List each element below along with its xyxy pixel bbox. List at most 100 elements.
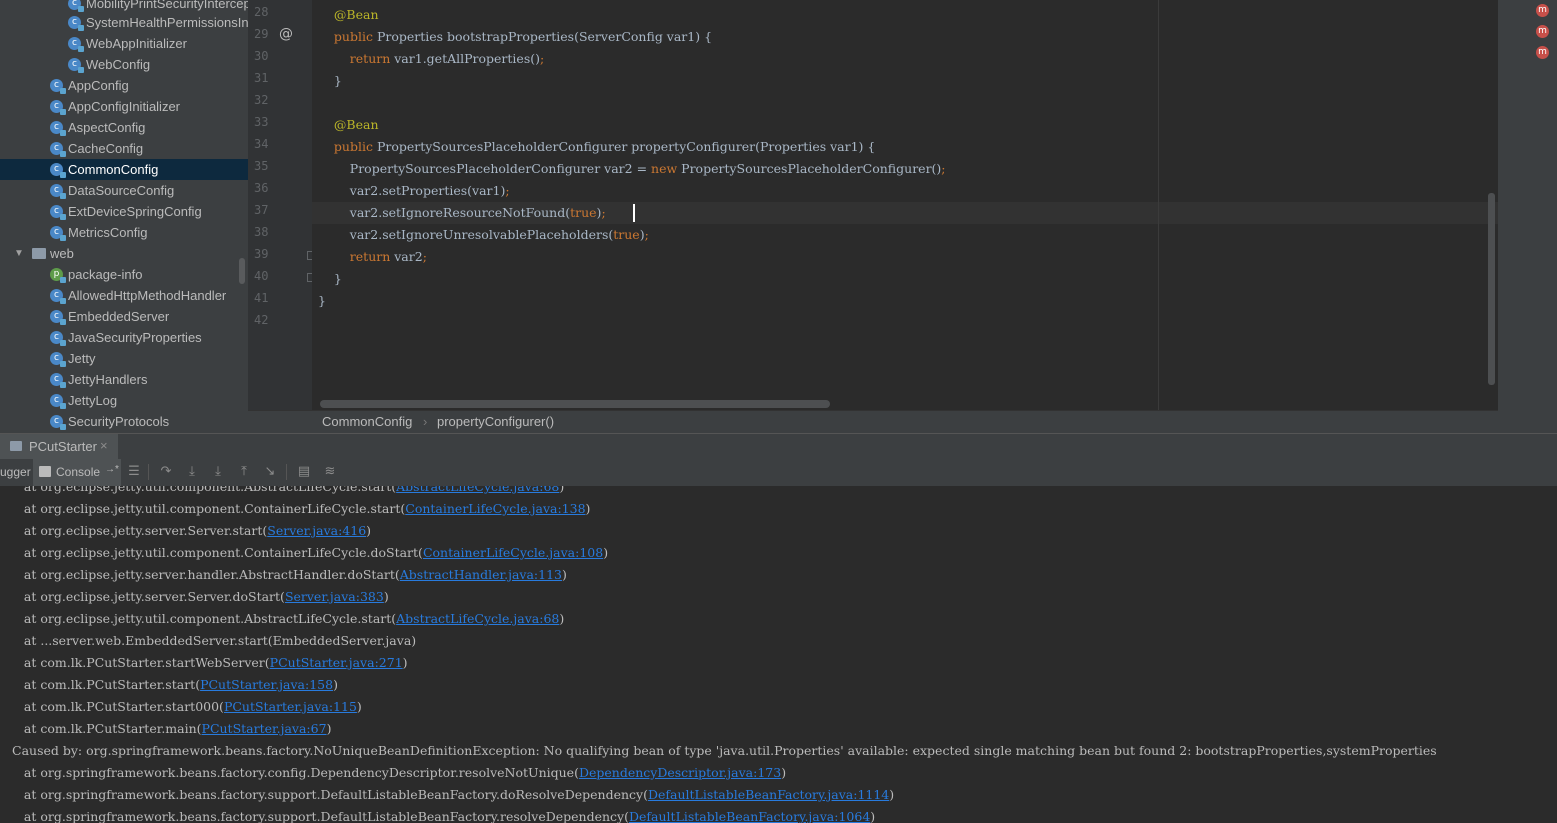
tree-item[interactable]: c AppConfigInitializer (0, 96, 248, 117)
tree-item[interactable]: c AspectConfig (0, 117, 248, 138)
tree-item-label: CommonConfig (68, 162, 159, 177)
stacktrace-link[interactable]: AbstractHandler.java:113 (400, 567, 562, 582)
step-into-icon[interactable]: ⤓ (183, 463, 201, 481)
stacktrace-link[interactable]: DependencyDescriptor.java:173 (579, 765, 781, 780)
stacktrace-link[interactable]: Server.java:383 (285, 589, 384, 604)
console-text: Caused by: org.springframework.beans.fac… (12, 743, 1437, 758)
tree-item[interactable]: p package-info (0, 264, 248, 285)
tree-item-label: JettyHandlers (68, 372, 148, 387)
class-icon: c (68, 58, 84, 73)
pin-icon[interactable]: →* (105, 464, 119, 475)
text-caret (633, 204, 635, 222)
editor-vertical-scrollbar[interactable] (1488, 193, 1495, 385)
expand-arrow-icon[interactable]: ▼ (14, 243, 24, 264)
console-text: at org.eclipse.jetty.util.component.Cont… (8, 545, 423, 560)
stacktrace-link[interactable]: ContainerLifeCycle.java:108 (423, 545, 603, 560)
tree-item[interactable]: c ExtDeviceSpringConfig (0, 201, 248, 222)
class-icon: c (50, 226, 66, 241)
code-line: return var1.getAllProperties(); (318, 48, 544, 70)
method-icon[interactable]: m (1536, 25, 1549, 38)
stacktrace-link[interactable]: DefaultListableBeanFactory.java:1114 (648, 787, 889, 802)
code-token: var2 (394, 249, 423, 264)
breadcrumb-method[interactable]: propertyConfigurer() (437, 414, 554, 429)
tree-item[interactable]: c JavaSecurityProperties (0, 327, 248, 348)
class-icon: c (68, 0, 84, 12)
code-token: var2.setIgnoreResourceNotFound( (349, 205, 571, 220)
stacktrace-link[interactable]: PCutStarter.java:271 (270, 655, 403, 670)
tree-item[interactable]: c SecurityProtocols (0, 411, 248, 432)
console-text: at org.springframework.beans.factory.con… (8, 765, 579, 780)
tree-item[interactable]: c SystemHealthPermissionsInt (0, 12, 248, 33)
tree-item[interactable]: c AllowedHttpMethodHandler (0, 285, 248, 306)
tree-item[interactable]: c CommonConfig (0, 159, 248, 180)
editor-horizontal-scrollbar[interactable] (320, 400, 830, 408)
folder-icon (32, 248, 46, 259)
code-token: true (570, 205, 597, 220)
override-marker-icon[interactable]: @ (279, 26, 293, 42)
step-out-icon[interactable]: ⤒ (235, 463, 253, 481)
console-text: ) (366, 523, 372, 538)
class-icon: c (50, 310, 66, 325)
console-line: at org.springframework.beans.factory.sup… (8, 784, 894, 806)
breadcrumb-class[interactable]: CommonConfig (322, 414, 412, 429)
line-number: 41 (254, 291, 269, 305)
stacktrace-link[interactable]: AbstractLifeCycle.java:68 (396, 611, 559, 626)
close-icon[interactable]: × (100, 438, 108, 453)
tree-item-label: ExtDeviceSpringConfig (68, 204, 202, 219)
code-token: ; (601, 205, 606, 220)
console-tab[interactable]: Console →* (33, 459, 121, 486)
tree-item[interactable]: c EmbeddedServer (0, 306, 248, 327)
tree-item[interactable]: c CacheConfig (0, 138, 248, 159)
stacktrace-link[interactable]: AbstractLifeCycle.java:68 (396, 486, 559, 494)
code-editor[interactable]: @Bean public Properties bootstrapPropert… (312, 0, 1498, 410)
tree-item[interactable]: ▼ web (0, 243, 248, 264)
tree-item[interactable]: c MetricsConfig (0, 222, 248, 243)
code-token: return (349, 51, 395, 66)
method-icon[interactable]: m (1536, 46, 1549, 59)
tree-item[interactable]: c WebConfig (0, 54, 248, 75)
step-over-icon[interactable]: ↷ (157, 463, 175, 481)
tree-item[interactable]: c Jetty (0, 348, 248, 369)
toolbar-separator (286, 464, 287, 480)
project-tree[interactable]: c MobilityPrintSecurityIntercep c SystemHea… (0, 0, 248, 433)
console-output[interactable]: at org.eclipse.jetty.util.component.Abst… (0, 486, 1557, 823)
line-number: 34 (254, 137, 269, 151)
class-icon: c (50, 289, 66, 304)
stacktrace-link[interactable]: PCutStarter.java:67 (202, 721, 327, 736)
breadcrumb-separator: › (423, 414, 428, 429)
stacktrace-link[interactable]: PCutStarter.java:158 (200, 677, 333, 692)
evaluate-icon[interactable]: ▤ (295, 463, 313, 481)
tree-item-label: AspectConfig (68, 120, 146, 135)
stacktrace-link[interactable]: PCutStarter.java:115 (224, 699, 357, 714)
code-line: var2.setProperties(var1); (318, 180, 510, 202)
debugger-tab[interactable]: ugger (0, 465, 31, 479)
line-number: 35 (254, 159, 269, 173)
force-step-into-icon[interactable]: ⤓ (209, 463, 227, 481)
line-number: 36 (254, 181, 269, 195)
console-text: at org.eclipse.jetty.server.Server.doSta… (8, 589, 285, 604)
settings-icon[interactable]: ≋ (321, 463, 339, 481)
tree-item-label: JettyLog (68, 393, 118, 408)
console-text: at ...server.web.EmbeddedServer.start(Em… (8, 633, 417, 648)
class-icon: c (50, 373, 66, 388)
method-icon[interactable]: m (1536, 4, 1549, 17)
tree-item[interactable]: c AppConfig (0, 75, 248, 96)
code-line: @Bean (318, 4, 379, 26)
run-to-cursor-icon[interactable]: ↘ (261, 463, 279, 481)
stacktrace-link[interactable]: DefaultListableBeanFactory.java:1064 (629, 809, 870, 823)
tree-item[interactable]: c JettyLog (0, 390, 248, 411)
tree-item[interactable]: c JettyHandlers (0, 369, 248, 390)
console-text: ) (333, 677, 338, 692)
tree-item-label: Jetty (68, 351, 96, 366)
tree-item[interactable]: c DataSourceConfig (0, 180, 248, 201)
console-line: at org.eclipse.jetty.util.component.Abst… (8, 486, 564, 498)
class-icon: c (50, 79, 66, 94)
run-tab-pcutstarter[interactable]: PCutStarter × (0, 434, 118, 459)
stacktrace-link[interactable]: Server.java:416 (267, 523, 366, 538)
project-tree-scrollbar[interactable] (239, 258, 245, 284)
tree-item-label: MetricsConfig (68, 225, 148, 240)
menu-icon[interactable]: ☰ (125, 463, 143, 481)
tree-item[interactable]: c WebAppInitializer (0, 33, 248, 54)
console-text: ) (781, 765, 787, 780)
stacktrace-link[interactable]: ContainerLifeCycle.java:138 (405, 501, 585, 516)
